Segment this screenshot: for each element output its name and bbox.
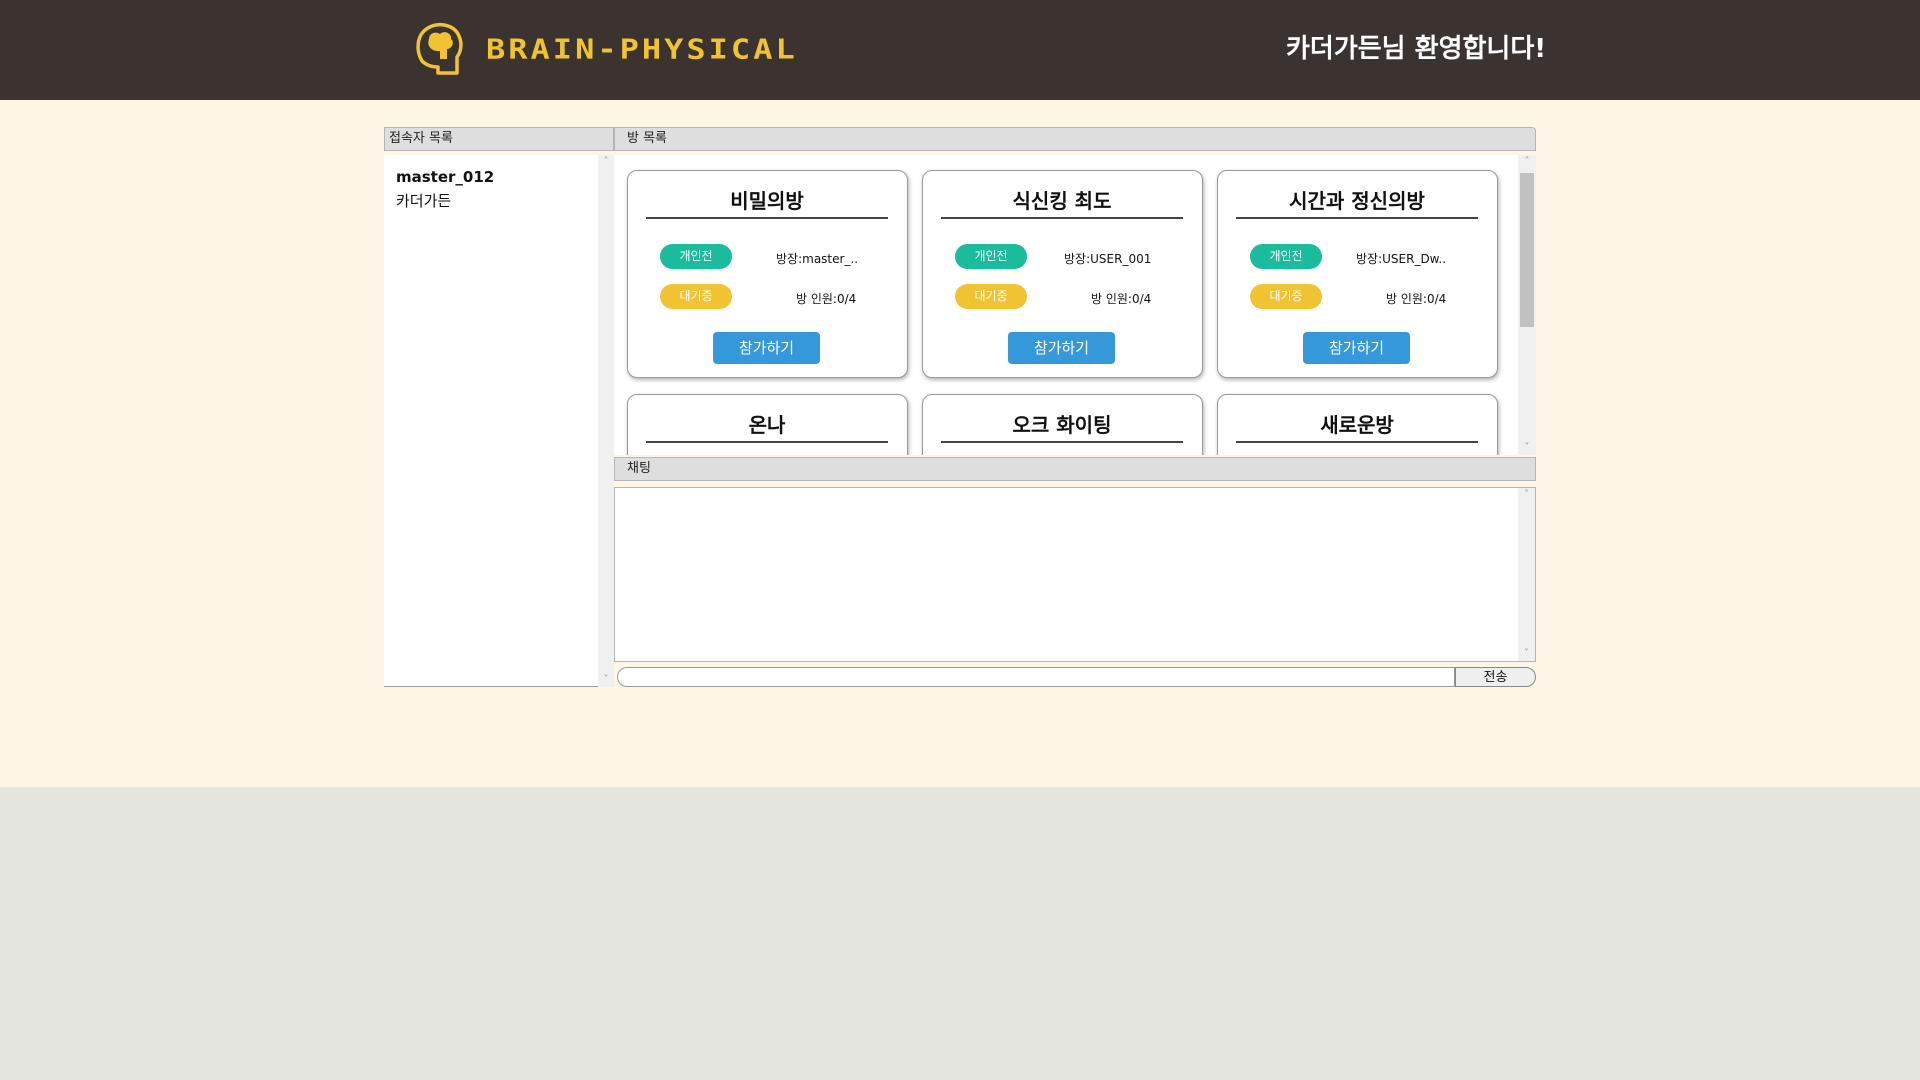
logo[interactable]: BRAIN-PHYSICAL (414, 20, 798, 78)
chat-log[interactable]: ˄ ˅ (614, 487, 1536, 662)
user-item[interactable]: 카더가든 (384, 189, 614, 213)
rooms-panel-header: 방 목록 (614, 127, 1536, 151)
scroll-up-icon[interactable]: ˄ (1518, 488, 1535, 502)
room-card[interactable]: 비밀의방 개인전 방장:master_.. 대기중 방 인원:0/4 참가하기 (627, 170, 908, 378)
chat-scrollbar[interactable]: ˄ ˅ (1518, 488, 1535, 661)
room-card[interactable]: 식신킹 최도 개인전 방장:USER_001 대기중 방 인원:0/4 참가하기 (922, 170, 1203, 378)
join-button[interactable]: 참가하기 (1303, 332, 1410, 364)
scroll-down-icon[interactable]: ˅ (1518, 647, 1535, 661)
room-title: 시간과 정신의방 (1236, 185, 1478, 219)
users-panel-header: 접속자 목록 (384, 127, 614, 151)
room-card[interactable]: 새로운방 (1217, 394, 1498, 455)
rooms-list[interactable]: 비밀의방 개인전 방장:master_.. 대기중 방 인원:0/4 참가하기 … (614, 155, 1536, 455)
scroll-up-icon[interactable]: ˄ (598, 155, 614, 169)
send-button[interactable]: 전송 (1455, 667, 1536, 687)
users-list[interactable]: master_012 카더가든 ˄ ˅ (384, 155, 614, 687)
room-owner: 방장:USER_001 (1064, 252, 1152, 266)
room-title: 새로운방 (1236, 409, 1478, 443)
room-owner: 방장:USER_Dw.. (1356, 252, 1447, 266)
room-title: 식신킹 최도 (941, 185, 1183, 219)
scroll-up-icon[interactable]: ˄ (1518, 155, 1536, 169)
room-count: 방 인원:0/4 (796, 292, 857, 306)
chat-input-row: 전송 (614, 667, 1536, 687)
status-badge: 대기중 (1250, 284, 1322, 309)
user-item[interactable]: master_012 (384, 165, 614, 189)
room-count: 방 인원:0/4 (1091, 292, 1152, 306)
welcome-message: 카더가든님 환영합니다! (1286, 34, 1547, 64)
status-badge: 대기중 (660, 284, 732, 309)
room-title: 비밀의방 (646, 185, 888, 219)
room-title: 오크 화이팅 (941, 409, 1183, 443)
scroll-down-icon[interactable]: ˅ (1518, 441, 1536, 455)
mode-badge: 개인전 (660, 244, 732, 269)
brain-head-icon (416, 22, 463, 75)
join-button[interactable]: 참가하기 (1008, 332, 1115, 364)
scroll-thumb[interactable] (1520, 173, 1534, 327)
join-button[interactable]: 참가하기 (713, 332, 820, 364)
room-owner: 방장:master_.. (776, 252, 859, 266)
room-card[interactable]: 온나 (627, 394, 908, 455)
chat-input[interactable] (617, 667, 1455, 687)
room-count: 방 인원:0/4 (1386, 292, 1447, 306)
room-card[interactable]: 오크 화이팅 (922, 394, 1203, 455)
logo-text: BRAIN-PHYSICAL (486, 32, 798, 66)
top-header: BRAIN-PHYSICAL 카더가든님 환영합니다! (0, 0, 1920, 100)
room-card[interactable]: 시간과 정신의방 개인전 방장:USER_Dw.. 대기중 방 인원:0/4 참… (1217, 170, 1498, 378)
mode-badge: 개인전 (1250, 244, 1322, 269)
room-title: 온나 (646, 409, 888, 443)
status-badge: 대기중 (955, 284, 1027, 309)
users-scrollbar[interactable]: ˄ ˅ (598, 155, 614, 687)
rooms-scrollbar[interactable]: ˄ ˅ (1518, 155, 1536, 455)
scroll-down-icon[interactable]: ˅ (598, 673, 614, 687)
mode-badge: 개인전 (955, 244, 1027, 269)
chat-panel-header: 채팅 (614, 457, 1536, 481)
